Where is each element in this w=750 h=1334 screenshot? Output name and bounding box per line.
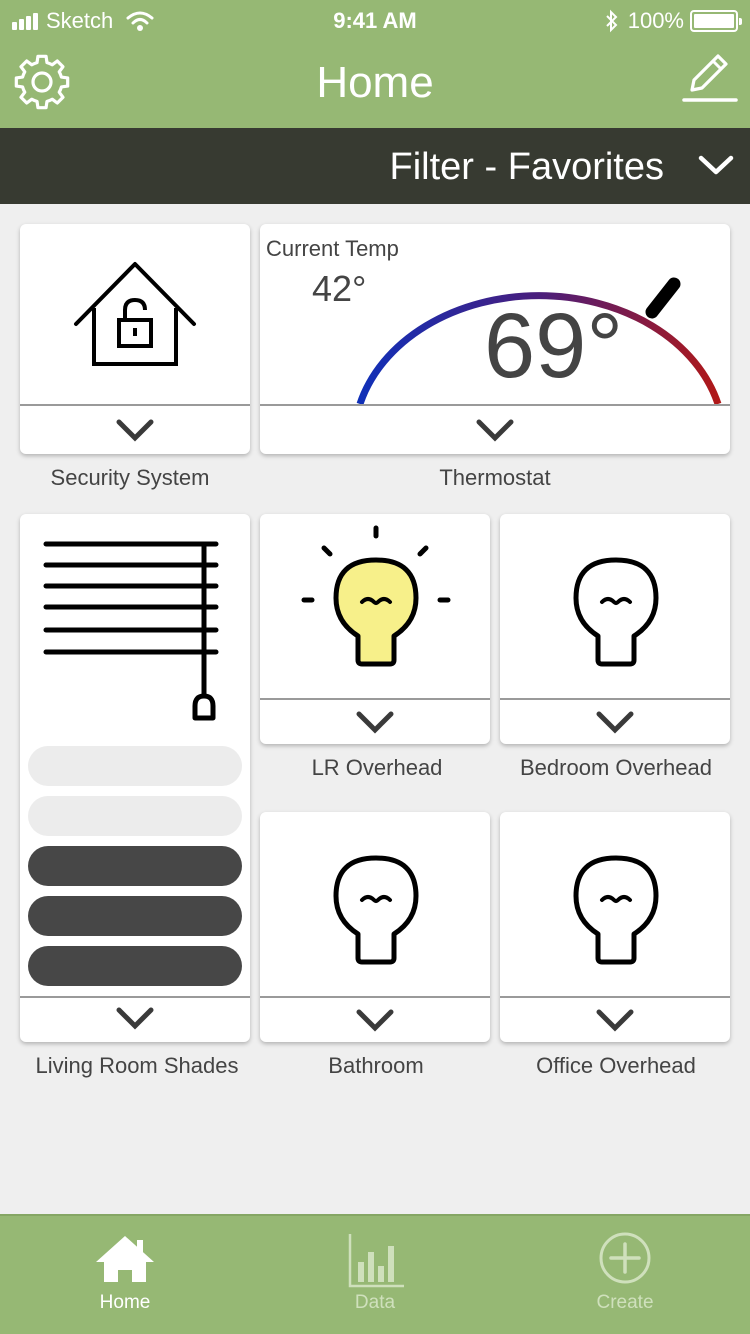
office-overhead-tile[interactable]	[500, 812, 730, 1042]
bluetooth-icon	[606, 9, 618, 33]
house-lock-icon	[74, 262, 196, 366]
lightbulb-off-icon	[573, 855, 659, 965]
tab-data[interactable]: Data	[250, 1214, 500, 1334]
filter-label: Filter - Favorites	[389, 146, 664, 188]
chevron-down-icon[interactable]	[111, 416, 159, 446]
chevron-down-icon[interactable]	[591, 1006, 639, 1036]
battery-icon	[690, 10, 742, 32]
bedroom-overhead-label: Bedroom Overhead	[520, 755, 712, 780]
security-label: Security System	[50, 465, 210, 490]
lr-overhead-label: LR Overhead	[311, 755, 443, 780]
lightbulb-on-icon	[301, 525, 451, 667]
bathroom-tile[interactable]	[260, 812, 490, 1042]
chevron-down-icon	[698, 155, 734, 175]
lightbulb-off-icon	[333, 855, 419, 965]
header: Sketch 9:41 AM 100% Home	[0, 0, 750, 128]
status-bar: Sketch 9:41 AM 100%	[0, 0, 750, 40]
bedroom-overhead-tile[interactable]	[500, 514, 730, 744]
current-temp-label: Current Temp	[266, 236, 399, 261]
security-tile[interactable]	[20, 224, 250, 454]
tab-home-label: Home	[99, 1292, 151, 1313]
chevron-down-icon[interactable]	[591, 708, 639, 738]
tab-home[interactable]: Home	[0, 1214, 250, 1334]
edit-icon[interactable]	[680, 50, 740, 104]
bathroom-label: Bathroom	[328, 1053, 424, 1078]
blinds-icon	[43, 541, 219, 721]
status-right: 100%	[604, 8, 742, 34]
tab-create[interactable]: Create	[500, 1214, 750, 1334]
shade-level-4[interactable]	[28, 896, 242, 936]
office-overhead-label: Office Overhead	[536, 1053, 696, 1078]
lightbulb-off-icon	[573, 557, 659, 667]
shade-level-1[interactable]	[28, 746, 242, 786]
chevron-down-icon[interactable]	[351, 1006, 399, 1036]
chevron-down-icon[interactable]	[471, 416, 519, 446]
thermostat-label: Thermostat	[439, 465, 551, 490]
current-temp-value: 42°	[312, 268, 367, 309]
filter-bar[interactable]: Filter - Favorites	[0, 128, 750, 204]
shades-label: Living Room Shades	[35, 1053, 239, 1078]
tab-bar: Home Data Create	[0, 1214, 750, 1334]
lr-overhead-tile[interactable]	[260, 514, 490, 744]
chevron-down-icon[interactable]	[351, 708, 399, 738]
thermostat-tile[interactable]: Current Temp 42° 69°	[260, 224, 730, 454]
battery-percent: 100%	[627, 8, 684, 33]
tab-data-label: Data	[354, 1292, 396, 1313]
chevron-down-icon[interactable]	[111, 1004, 159, 1034]
home-icon	[96, 1236, 154, 1282]
shade-level-2[interactable]	[28, 796, 242, 836]
shade-level-5[interactable]	[28, 946, 242, 986]
page-title: Home	[316, 58, 434, 107]
plus-circle-icon	[599, 1232, 651, 1284]
shade-level-3[interactable]	[28, 846, 242, 886]
tab-create-label: Create	[596, 1292, 654, 1313]
bar-chart-icon	[348, 1234, 404, 1288]
setpoint-temp[interactable]: 69°	[484, 294, 623, 399]
shades-tile[interactable]	[20, 514, 250, 1042]
